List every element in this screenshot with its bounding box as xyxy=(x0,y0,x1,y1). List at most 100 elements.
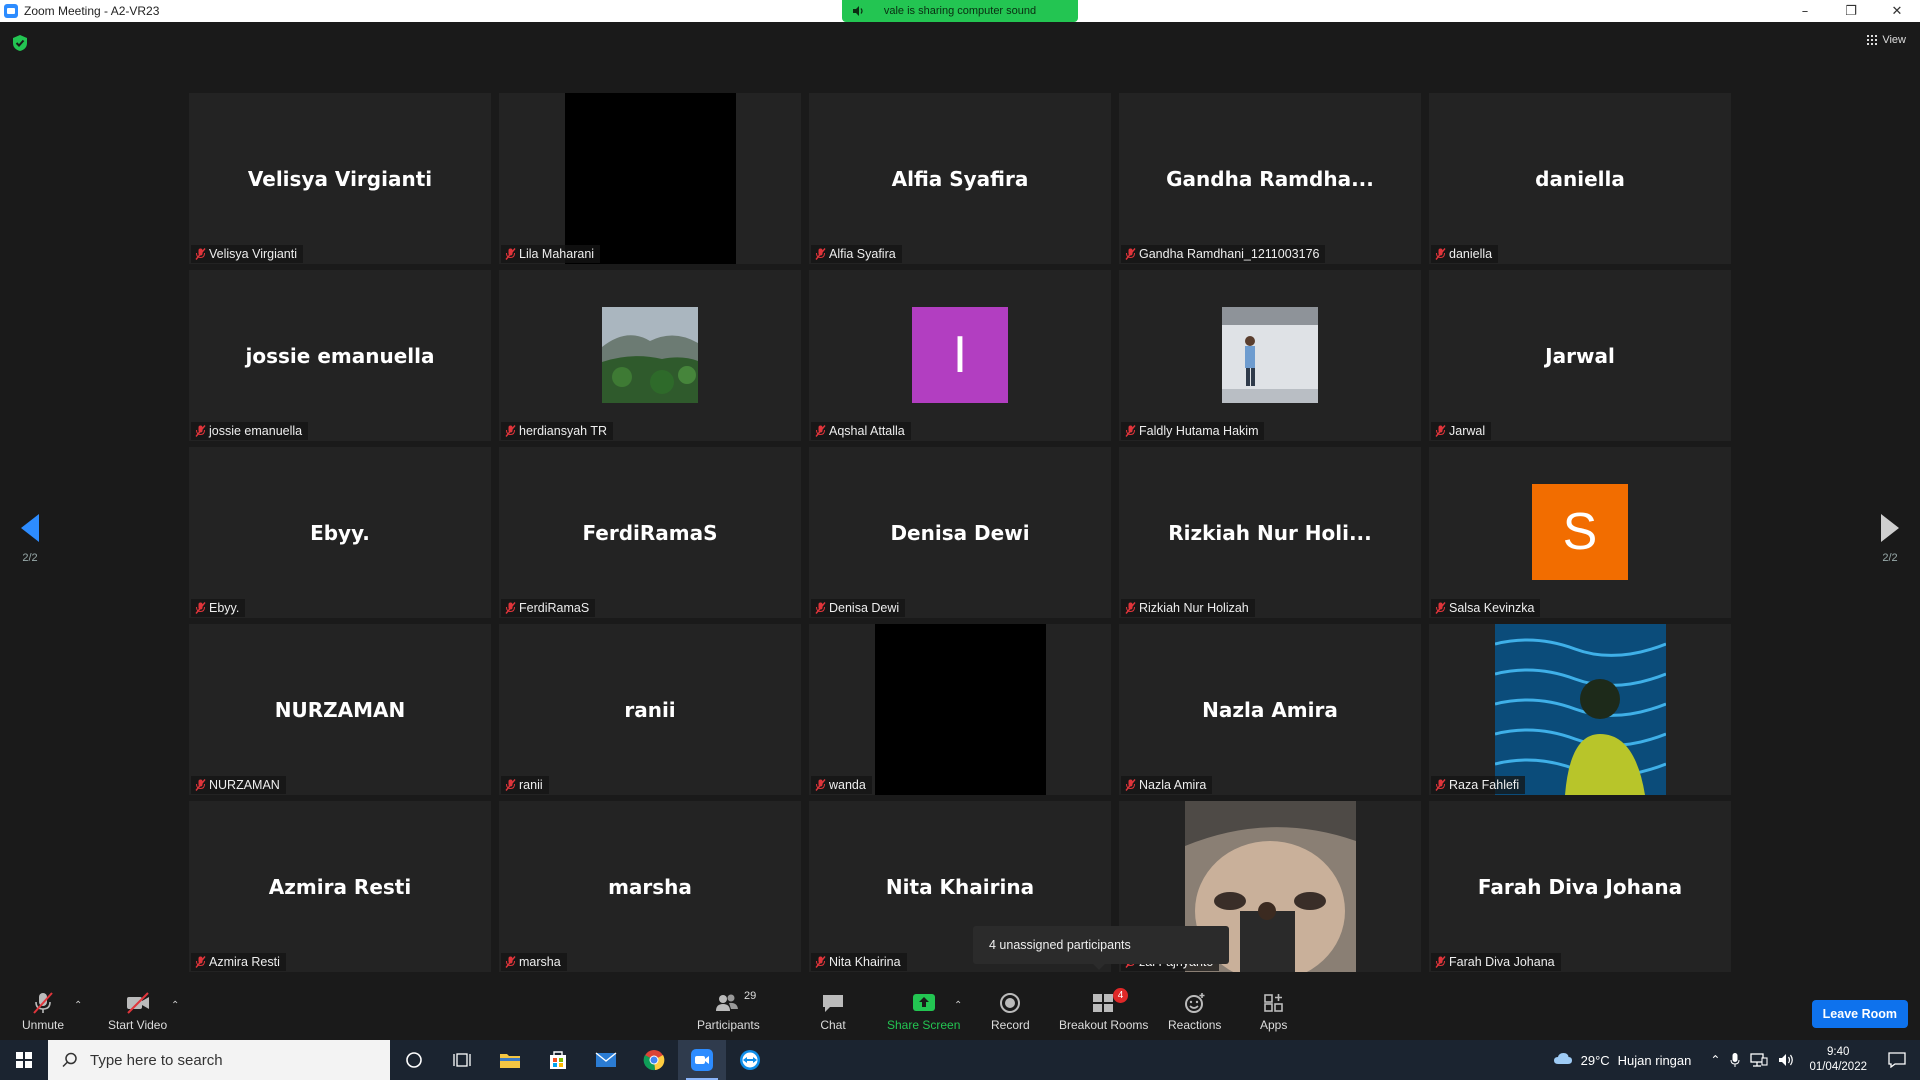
participant-name-label: Faldly Hutama Hakim xyxy=(1121,422,1265,440)
chat-label: Chat xyxy=(820,1018,846,1032)
leave-room-button[interactable]: Leave Room xyxy=(1811,1000,1908,1028)
restore-button[interactable]: ❐ xyxy=(1828,0,1874,22)
participant-name-label: Salsa Kevinzka xyxy=(1431,599,1541,617)
participant-tile[interactable]: FerdiRamaS FerdiRamaS xyxy=(499,447,801,618)
muted-mic-icon xyxy=(1435,602,1446,614)
participant-name-label: jossie emanuella xyxy=(191,422,309,440)
muted-mic-icon xyxy=(1435,425,1446,437)
temperature-text: 29°C xyxy=(1580,1052,1610,1068)
participant-display-name: Velisya Virgianti xyxy=(247,167,433,191)
participant-tile[interactable]: Ebyy. Ebyy. xyxy=(189,447,491,618)
participant-tile[interactable]: S Salsa Kevinzka xyxy=(1429,447,1731,618)
next-page-button[interactable]: 2/2 xyxy=(1870,514,1910,564)
participant-tile[interactable]: Nazla Amira Nazla Amira xyxy=(1119,624,1421,795)
show-hidden-icons-chevron-icon[interactable]: ⌃ xyxy=(1710,1053,1720,1067)
participant-tile[interactable]: Alfia Syafira Alfia Syafira xyxy=(809,93,1111,264)
participant-name: Alfia Syafira xyxy=(829,247,896,261)
participant-tile[interactable]: daniella daniella xyxy=(1429,93,1731,264)
previous-page-button[interactable]: 2/2 xyxy=(10,514,50,564)
muted-mic-icon xyxy=(1435,248,1446,260)
meeting-toolbar: Unmute ⌃ Start Video ⌃ 29 Participants C… xyxy=(0,978,1920,1040)
encryption-shield-icon[interactable] xyxy=(12,34,28,52)
audio-options-caret-icon[interactable]: ⌃ xyxy=(74,1000,82,1011)
breakout-rooms-label: Breakout Rooms xyxy=(1059,1018,1149,1032)
participant-tile[interactable]: Raza Fahlefi xyxy=(1429,624,1731,795)
record-button[interactable]: Record xyxy=(991,992,1030,1032)
microsoft-store-button[interactable] xyxy=(534,1040,582,1080)
participant-tile[interactable]: jossie emanuella jossie emanuella xyxy=(189,270,491,441)
participant-tile[interactable]: herdiansyah TR xyxy=(499,270,801,441)
participant-tile[interactable]: NURZAMAN NURZAMAN xyxy=(189,624,491,795)
participant-display-name: Gandha Ramdha... xyxy=(1166,167,1374,191)
task-view-button[interactable] xyxy=(438,1040,486,1080)
muted-mic-icon xyxy=(505,425,516,437)
chat-button[interactable]: Chat xyxy=(820,992,846,1032)
participant-tile[interactable]: ranii ranii xyxy=(499,624,801,795)
close-button[interactable]: ✕ xyxy=(1874,0,1920,22)
participant-name: Ebyy. xyxy=(209,601,240,615)
participant-tile[interactable]: Lila Maharani xyxy=(499,93,801,264)
unmute-button[interactable]: Unmute xyxy=(22,992,64,1032)
participant-tile[interactable]: Faldly Hutama Hakim xyxy=(1119,270,1421,441)
file-explorer-button[interactable] xyxy=(486,1040,534,1080)
share-screen-button[interactable]: Share Screen xyxy=(887,992,960,1032)
participant-name-label: Rizkiah Nur Holizah xyxy=(1121,599,1255,617)
participant-display-name: NURZAMAN xyxy=(274,698,406,722)
volume-icon[interactable] xyxy=(1778,1053,1794,1067)
participant-name: Rizkiah Nur Holizah xyxy=(1139,601,1249,615)
video-options-caret-icon[interactable]: ⌃ xyxy=(171,1000,179,1011)
microphone-icon[interactable] xyxy=(1730,1052,1740,1068)
zoom-app-icon xyxy=(4,4,18,18)
sharing-sound-banner[interactable]: vale is sharing computer sound xyxy=(842,0,1078,22)
participant-name-label: herdiansyah TR xyxy=(501,422,614,440)
participant-tile[interactable]: Jarwal Jarwal xyxy=(1429,270,1731,441)
participant-tile[interactable]: Velisya Virgianti Velisya Virgianti xyxy=(189,93,491,264)
participant-display-name: Denisa Dewi xyxy=(890,521,1030,545)
participant-tile[interactable]: Azmira Resti Azmira Resti xyxy=(189,801,491,972)
reactions-button[interactable]: Reactions xyxy=(1168,992,1221,1032)
participant-name: marsha xyxy=(519,955,561,969)
participant-display-name: Jarwal xyxy=(1545,344,1615,368)
participant-display-name: Azmira Resti xyxy=(268,875,412,899)
muted-mic-icon xyxy=(1125,779,1136,791)
participants-button[interactable]: 29 Participants xyxy=(697,990,760,1032)
muted-mic-icon xyxy=(505,248,516,260)
cortana-button[interactable] xyxy=(390,1040,438,1080)
weather-text: Hujan ringan xyxy=(1617,1052,1692,1068)
participant-display-name: Nazla Amira xyxy=(1202,698,1338,722)
participant-tile[interactable]: marsha marsha xyxy=(499,801,801,972)
apps-button[interactable]: Apps xyxy=(1260,992,1287,1032)
notification-center-icon[interactable] xyxy=(1888,1052,1906,1068)
participant-display-name: jossie emanuella xyxy=(245,344,435,368)
participant-name: Nita Khairina xyxy=(829,955,901,969)
participant-tile[interactable]: Farah Diva Johana Farah Diva Johana xyxy=(1429,801,1731,972)
minimize-button[interactable]: – xyxy=(1782,0,1828,22)
chrome-button[interactable] xyxy=(630,1040,678,1080)
share-options-caret-icon[interactable]: ⌃ xyxy=(954,1000,962,1011)
participant-name-label: Aqshal Attalla xyxy=(811,422,911,440)
muted-mic-icon xyxy=(1125,425,1136,437)
start-video-button[interactable]: Start Video xyxy=(108,992,167,1032)
taskbar-clock[interactable]: 9:40 01/04/2022 xyxy=(1809,1045,1867,1075)
mail-button[interactable] xyxy=(582,1040,630,1080)
network-icon[interactable] xyxy=(1750,1053,1768,1067)
muted-mic-icon xyxy=(505,956,516,968)
record-label: Record xyxy=(991,1018,1030,1032)
participant-name-label: marsha xyxy=(501,953,567,971)
taskbar-search-box[interactable]: Type here to search xyxy=(48,1040,390,1080)
breakout-rooms-button[interactable]: 4 Breakout Rooms xyxy=(1059,988,1149,1032)
participant-tile[interactable]: Denisa Dewi Denisa Dewi xyxy=(809,447,1111,618)
breakout-rooms-badge: 4 xyxy=(1113,988,1128,1003)
teamviewer-button[interactable] xyxy=(726,1040,774,1080)
weather-widget[interactable]: 29°C Hujan ringan xyxy=(1553,1052,1692,1068)
participant-tile[interactable]: Gandha Ramdha... Gandha Ramdhani_12110031… xyxy=(1119,93,1421,264)
participant-tile[interactable]: wanda xyxy=(809,624,1111,795)
zoom-taskbar-button[interactable] xyxy=(678,1040,726,1080)
participants-count: 29 xyxy=(744,990,757,1002)
start-button[interactable] xyxy=(0,1040,48,1080)
zoom-icon xyxy=(691,1049,713,1071)
participant-tile[interactable]: I Aqshal Attalla xyxy=(809,270,1111,441)
participant-display-name: daniella xyxy=(1535,167,1625,191)
participant-tile[interactable]: Rizkiah Nur Holi... Rizkiah Nur Holizah xyxy=(1119,447,1421,618)
view-button[interactable]: View xyxy=(1867,34,1906,46)
